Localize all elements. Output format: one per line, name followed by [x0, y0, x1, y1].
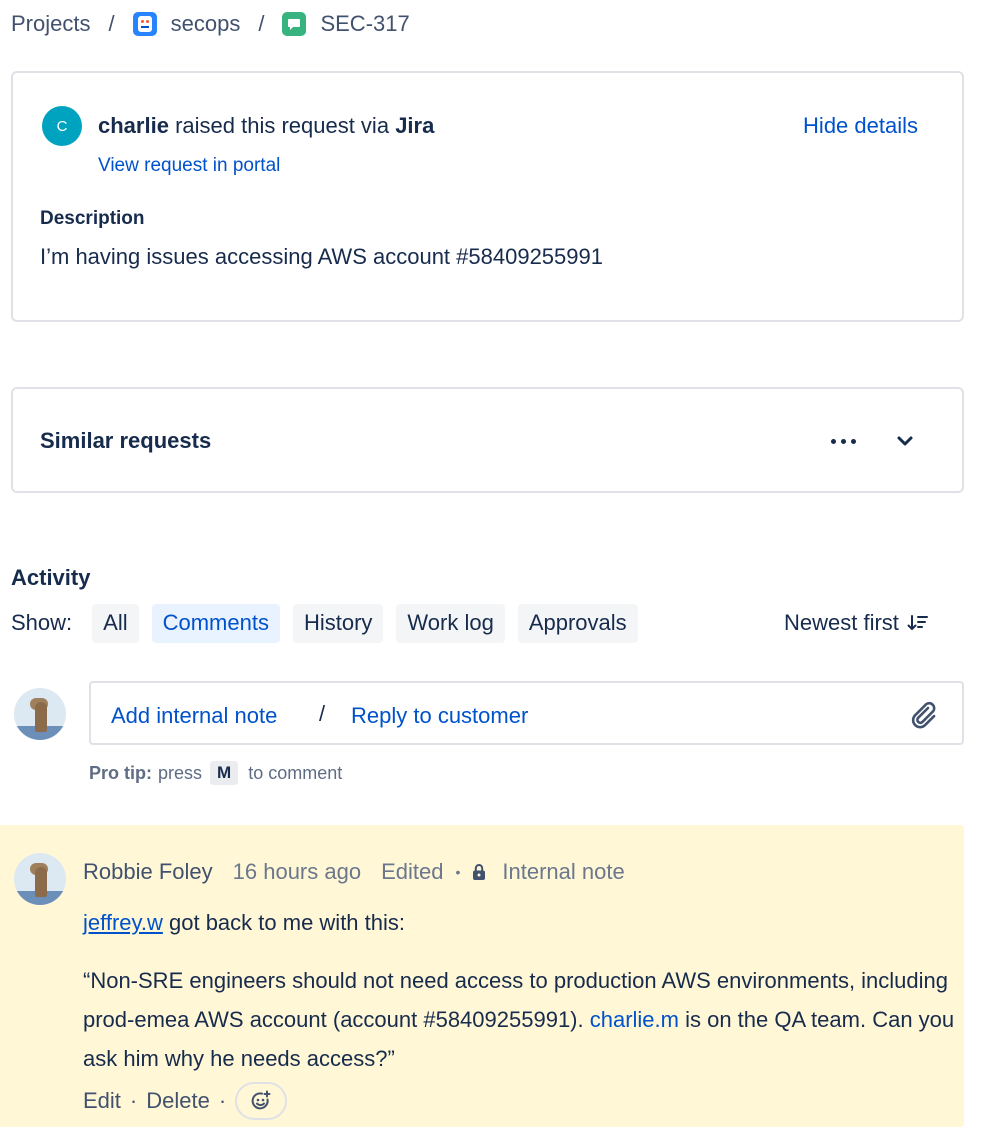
- breadcrumb-separator: /: [258, 11, 265, 36]
- action-separator: ·: [129, 1088, 138, 1113]
- raised-text: raised this request via: [175, 113, 390, 138]
- user-link[interactable]: charlie.m: [590, 1007, 679, 1032]
- view-in-portal-link[interactable]: View request in portal: [98, 155, 280, 177]
- edited-label: Edited: [381, 859, 444, 884]
- similar-requests-title: Similar requests: [40, 428, 212, 453]
- similar-requests-panel[interactable]: Similar requests: [11, 387, 964, 493]
- request-channel: Jira: [395, 113, 435, 138]
- breadcrumb-issue-key: SEC-317: [320, 11, 410, 36]
- filter-all[interactable]: All: [92, 603, 139, 643]
- comment-timestamp[interactable]: 16 hours ago: [233, 859, 361, 885]
- attachment-icon[interactable]: [907, 700, 939, 730]
- reply-to-customer-button[interactable]: Reply to customer: [351, 703, 528, 729]
- current-user-avatar: [14, 688, 66, 740]
- emoji-add-icon: [251, 1090, 271, 1110]
- request-details-card: C charlie raised this request via Jira V…: [11, 71, 964, 322]
- comment-line-1: got back to me with this:: [162, 910, 405, 935]
- sort-toggle[interactable]: Newest first: [784, 610, 929, 636]
- user-mention[interactable]: jeffrey.w: [83, 910, 163, 935]
- comment-author[interactable]: Robbie Foley: [83, 859, 213, 885]
- pro-tip: Pro tip: press M to comment: [89, 761, 342, 785]
- protip-suffix: to comment: [248, 762, 343, 783]
- description-text[interactable]: I’m having issues accessing AWS account …: [40, 244, 603, 270]
- show-label: Show:: [11, 610, 73, 635]
- composer-separator: /: [319, 701, 326, 726]
- raised-by-line: charlie raised this request via Jira: [98, 113, 434, 139]
- comment-body: jeffrey.w got back to me with this: “Non…: [83, 903, 958, 1078]
- action-separator: ·: [218, 1088, 227, 1113]
- more-icon[interactable]: [823, 427, 863, 455]
- author-avatar[interactable]: [14, 853, 66, 905]
- issue-type-icon: [282, 12, 307, 36]
- breadcrumb-issue[interactable]: SEC-317: [282, 11, 410, 37]
- protip-press: press: [158, 762, 203, 783]
- edit-comment-button[interactable]: Edit: [83, 1088, 121, 1114]
- add-reaction-button[interactable]: [235, 1082, 288, 1120]
- project-icon: [132, 12, 157, 36]
- shortcut-key: M: [210, 761, 239, 785]
- sort-label: Newest first: [784, 610, 899, 635]
- delete-comment-button[interactable]: Delete: [146, 1088, 210, 1114]
- comment-actions: Edit · Delete ·: [83, 1082, 288, 1120]
- requester-avatar[interactable]: C: [42, 106, 82, 146]
- breadcrumb-project[interactable]: secops: [132, 11, 241, 37]
- header-bullet: •: [455, 864, 461, 880]
- comment-composer[interactable]: Add internal note / Reply to customer: [89, 681, 964, 745]
- add-internal-note-button[interactable]: Add internal note: [111, 703, 277, 729]
- breadcrumb-projects[interactable]: Projects: [11, 11, 90, 37]
- hide-details-button[interactable]: Hide details: [803, 113, 918, 139]
- activity-filter-row: Show: All Comments History Work log Appr…: [11, 603, 651, 643]
- comment-header: Robbie Foley 16 hours ago Edited • Inter…: [83, 859, 625, 885]
- filter-comments[interactable]: Comments: [151, 603, 280, 643]
- visibility-label: Internal note: [502, 859, 625, 884]
- filter-history[interactable]: History: [292, 603, 384, 643]
- internal-note-comment: Robbie Foley 16 hours ago Edited • Inter…: [0, 825, 964, 1127]
- lock-icon: [473, 864, 486, 880]
- requester-name[interactable]: charlie: [98, 113, 169, 138]
- filter-approvals[interactable]: Approvals: [517, 603, 638, 643]
- breadcrumb: Projects / secops / SEC-317: [11, 8, 410, 40]
- breadcrumb-separator: /: [108, 11, 115, 36]
- activity-title: Activity: [11, 565, 91, 590]
- description-label: Description: [40, 208, 145, 229]
- chevron-down-icon[interactable]: [891, 427, 919, 455]
- protip-label: Pro tip:: [89, 762, 152, 783]
- sort-icon: [907, 615, 928, 631]
- breadcrumb-project-label: secops: [170, 11, 241, 36]
- filter-work-log[interactable]: Work log: [396, 603, 505, 643]
